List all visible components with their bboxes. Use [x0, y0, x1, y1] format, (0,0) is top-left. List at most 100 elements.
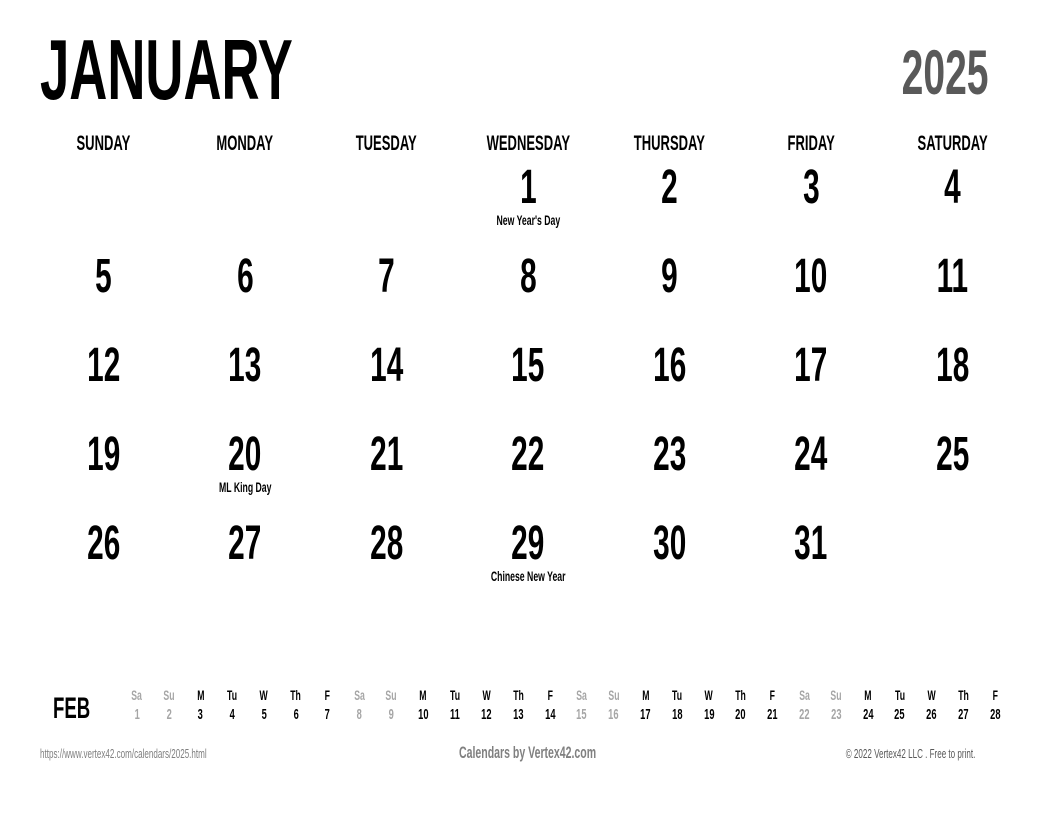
mini-day-6[interactable]: Th 6	[280, 686, 312, 732]
mini-day-number-text: 21	[767, 706, 778, 723]
day-cell-28[interactable]: 28	[316, 516, 457, 605]
mini-day-weekday-text: Th	[290, 687, 302, 703]
day-cell-15[interactable]: 15	[457, 338, 598, 427]
day-cell-27[interactable]: 27	[174, 516, 315, 605]
mini-day-weekday: F	[534, 686, 566, 705]
mini-day-24[interactable]: M 24	[852, 686, 884, 732]
mini-day-weekday: Sa	[788, 686, 820, 705]
mini-day-26[interactable]: W 26	[916, 686, 948, 732]
mini-day-weekday: Sa	[566, 686, 598, 705]
mini-day-14[interactable]: F 14	[534, 686, 566, 732]
page-title: JANUARY	[40, 28, 448, 114]
mini-day-weekday-text: M	[419, 687, 427, 703]
mini-day-28[interactable]: F 28	[979, 686, 1011, 732]
day-number-text: 21	[370, 428, 404, 481]
mini-day-22[interactable]: Sa 22	[788, 686, 820, 732]
mini-day-4[interactable]: Tu 4	[216, 686, 248, 732]
day-cell-17[interactable]: 17	[740, 338, 881, 427]
day-cell-19[interactable]: 19	[33, 427, 174, 516]
mini-day-19[interactable]: W 19	[693, 686, 725, 732]
mini-day-number: 6	[280, 705, 312, 724]
mini-day-weekday-text: W	[927, 687, 936, 703]
day-number: 28	[316, 516, 457, 570]
day-cell-4[interactable]: 4	[882, 160, 1023, 249]
mini-day-weekday: Tu	[661, 686, 693, 705]
weekday-header-label: MONDAY	[216, 132, 274, 155]
day-cell-31[interactable]: 31	[740, 516, 881, 605]
day-note-text: ML King Day	[218, 479, 272, 495]
mini-day-number: 2	[153, 705, 185, 724]
day-cell-14[interactable]: 14	[316, 338, 457, 427]
mini-day-12[interactable]: W 12	[471, 686, 503, 732]
day-cell-13[interactable]: 13	[174, 338, 315, 427]
mini-day-number-text: 14	[544, 706, 556, 723]
mini-day-3[interactable]: M3	[185, 686, 217, 732]
day-cell-30[interactable]: 30	[599, 516, 740, 605]
mini-day-10[interactable]: M 10	[407, 686, 439, 732]
mini-day-weekday-text: Su	[163, 687, 175, 703]
mini-day-23[interactable]: Su 23	[820, 686, 852, 732]
day-cell-23[interactable]: 23	[599, 427, 740, 516]
day-cell-empty	[33, 160, 174, 249]
mini-day-21[interactable]: F 21	[757, 686, 789, 732]
mini-day-13[interactable]: Th 13	[502, 686, 534, 732]
day-number: 4	[882, 160, 1023, 214]
mini-day-8[interactable]: Sa 8	[343, 686, 375, 732]
mini-day-2[interactable]: Su 2	[153, 686, 185, 732]
day-cell-1[interactable]: 1 New Year's Day	[457, 160, 598, 249]
mini-day-number: 4	[216, 705, 248, 724]
mini-day-16[interactable]: Su 16	[598, 686, 630, 732]
mini-day-weekday-text: Su	[385, 687, 397, 703]
mini-day-27[interactable]: Th 27	[947, 686, 979, 732]
mini-day-number: 20	[725, 705, 757, 724]
mini-day-1[interactable]: Sa 1	[121, 686, 153, 732]
mini-day-weekday: M	[630, 686, 662, 705]
mini-day-20[interactable]: Th 20	[725, 686, 757, 732]
mini-day-17[interactable]: M 17	[630, 686, 662, 732]
day-cell-16[interactable]: 16	[599, 338, 740, 427]
day-number-text: 31	[794, 517, 828, 570]
mini-day-11[interactable]: Tu 11	[439, 686, 471, 732]
day-cell-20[interactable]: 20 ML King Day	[174, 427, 315, 516]
mini-day-5[interactable]: W5	[248, 686, 280, 732]
day-cell-18[interactable]: 18	[882, 338, 1023, 427]
day-cell-22[interactable]: 22	[457, 427, 598, 516]
mini-day-number: 28	[979, 705, 1011, 724]
mini-day-weekday-text: Su	[608, 687, 620, 703]
day-cell-26[interactable]: 26	[33, 516, 174, 605]
day-cell-29[interactable]: 29 Chinese New Year	[457, 516, 598, 605]
day-cell-11[interactable]: 11	[882, 249, 1023, 338]
day-number: 3	[740, 160, 881, 214]
day-number: 27	[174, 516, 315, 570]
mini-day-number-text: 25	[894, 706, 905, 723]
day-cell-9[interactable]: 9	[599, 249, 740, 338]
mini-day-weekday-text: Th	[512, 687, 524, 703]
day-number-text: 29	[511, 517, 545, 570]
mini-day-weekday: Th	[280, 686, 312, 705]
mini-day-9[interactable]: Su 9	[375, 686, 407, 732]
mini-day-7[interactable]: F7	[312, 686, 344, 732]
day-cell-7[interactable]: 7	[316, 249, 457, 338]
mini-day-18[interactable]: Tu 18	[661, 686, 693, 732]
day-number: 24	[740, 427, 881, 481]
mini-day-weekday: W	[471, 686, 503, 705]
day-cell-5[interactable]: 5	[33, 249, 174, 338]
day-number-text: 6	[236, 250, 254, 303]
mini-day-number: 9	[375, 705, 407, 724]
mini-day-15[interactable]: Sa 15	[566, 686, 598, 732]
day-cell-2[interactable]: 2	[599, 160, 740, 249]
day-cell-8[interactable]: 8	[457, 249, 598, 338]
mini-day-weekday-text: W	[482, 687, 491, 703]
day-cell-24[interactable]: 24	[740, 427, 881, 516]
mini-day-number-text: 9	[388, 706, 394, 723]
day-cell-25[interactable]: 25	[882, 427, 1023, 516]
mini-day-number-text: 12	[481, 706, 492, 723]
day-cell-12[interactable]: 12	[33, 338, 174, 427]
day-cell-3[interactable]: 3	[740, 160, 881, 249]
day-cell-21[interactable]: 21	[316, 427, 457, 516]
day-cell-6[interactable]: 6	[174, 249, 315, 338]
mini-day-25[interactable]: Tu 25	[884, 686, 916, 732]
day-cell-10[interactable]: 10	[740, 249, 881, 338]
day-number-text: 12	[87, 339, 121, 392]
day-number-text: 28	[370, 517, 404, 570]
